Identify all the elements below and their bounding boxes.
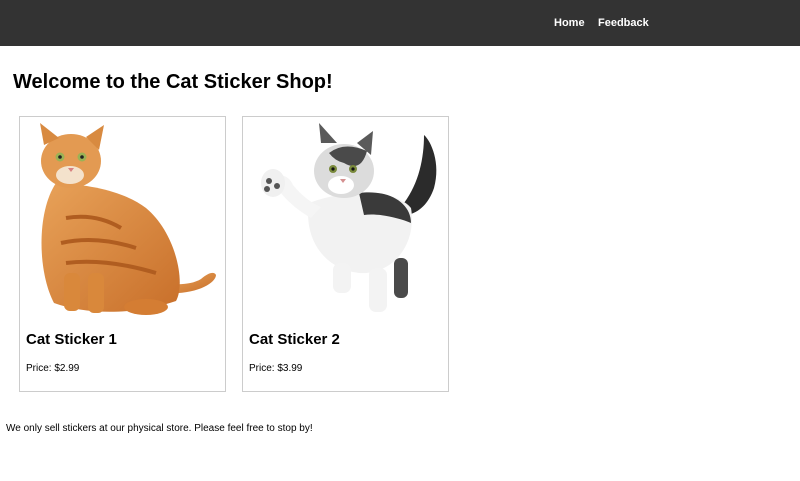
store-note: We only sell stickers at our physical st…	[6, 423, 313, 434]
page-title: Welcome to the Cat Sticker Shop!	[13, 71, 333, 93]
nav-feedback-link[interactable]: Feedback	[598, 17, 649, 29]
product-name: Cat Sticker 1	[26, 331, 117, 348]
product-price: Price: $3.99	[249, 363, 303, 374]
product-price: Price: $2.99	[26, 363, 80, 374]
nav-home-link[interactable]: Home	[554, 17, 585, 29]
product-image-kitten	[261, 123, 437, 312]
product-image-orange-cat	[40, 123, 216, 315]
product-name: Cat Sticker 2	[249, 331, 340, 348]
top-navbar: Home Feedback	[0, 0, 800, 46]
product-card: Cat Sticker 1 Price: $2.99	[19, 116, 226, 392]
product-card: Cat Sticker 2 Price: $3.99	[242, 116, 449, 392]
